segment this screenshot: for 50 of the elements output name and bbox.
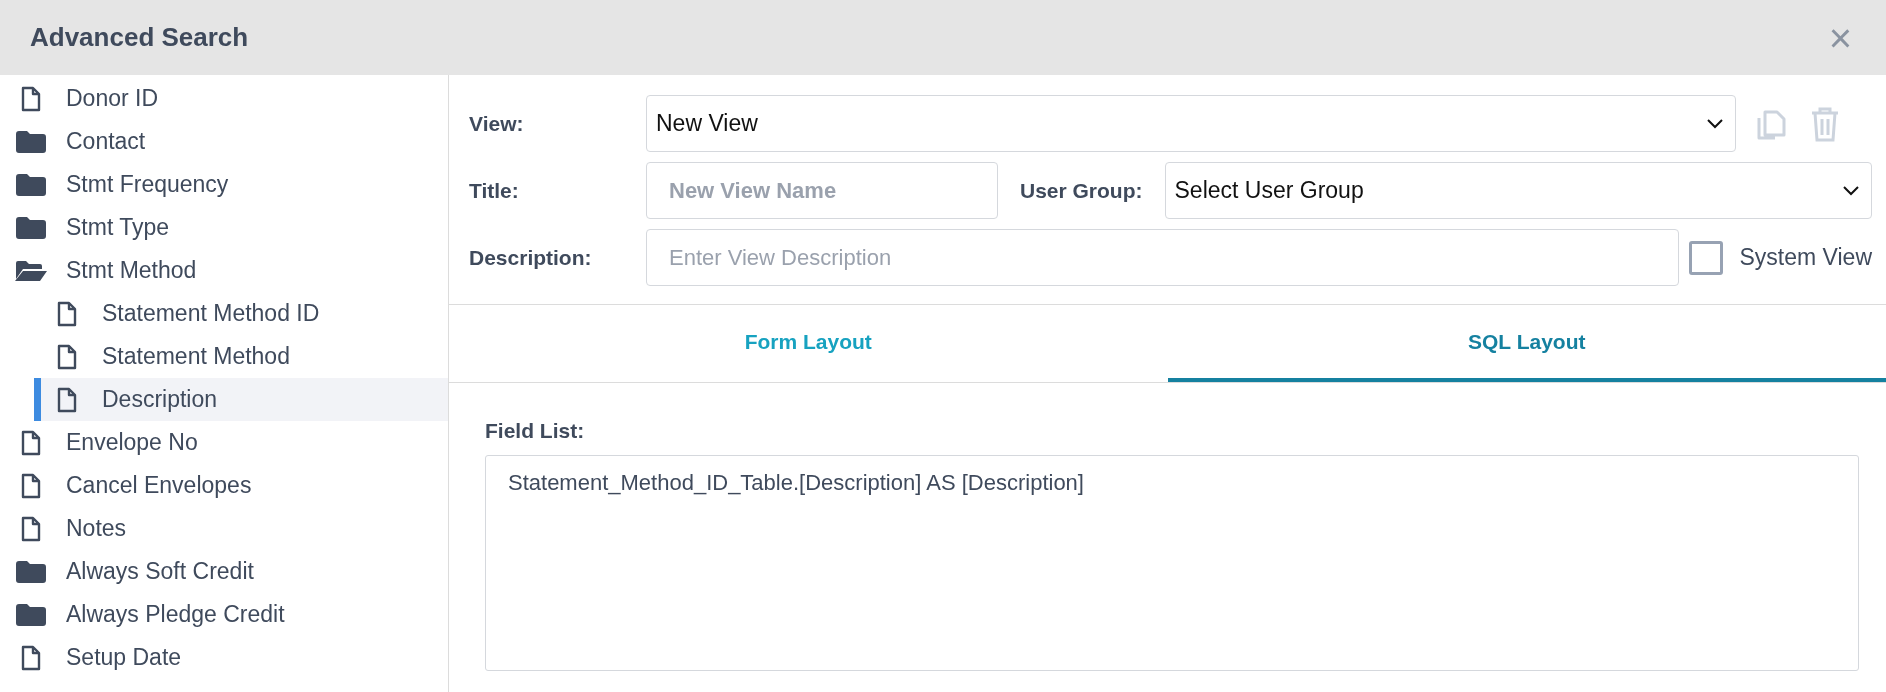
window-title: Advanced Search	[30, 22, 250, 53]
tree-item-label: Stmt Type	[66, 214, 170, 241]
tree-item[interactable]: Contact	[0, 120, 448, 163]
tree-item-label: Setup Date	[66, 644, 182, 671]
view-label: View:	[469, 111, 525, 136]
tree-item[interactable]: Stmt Frequency	[0, 163, 448, 206]
tree-item[interactable]: Statement Method ID	[0, 292, 448, 335]
tree-item-label: Description	[102, 386, 218, 413]
tree-item[interactable]: Envelope No	[0, 421, 448, 464]
folder-icon	[14, 603, 48, 626]
description-field[interactable]: Enter View Description	[646, 229, 1680, 286]
tree-item[interactable]: Donor ID	[0, 77, 448, 120]
tree-item[interactable]: Always Pledge Credit	[0, 593, 448, 636]
view-dropdown[interactable]: New View	[646, 95, 1736, 152]
user-group-dropdown[interactable]: Select User Group	[1164, 162, 1872, 219]
title-label: Title:	[469, 178, 520, 203]
field-list-label: Field List:	[485, 419, 586, 443]
tree-item[interactable]: Statement Method	[0, 335, 448, 378]
tree-item[interactable]: Stmt Method	[0, 249, 448, 292]
tree-item-label: Donor ID	[66, 85, 159, 112]
tree-item-label: Cancel Envelopes	[66, 472, 252, 499]
system-view-checkbox[interactable]	[1689, 240, 1724, 275]
tree-item[interactable]: Description	[34, 378, 448, 421]
tree-item-label: Notes	[66, 515, 127, 542]
folder-icon	[14, 560, 48, 583]
folder-icon	[14, 216, 48, 239]
title-field[interactable]: New View Name	[646, 162, 998, 219]
tree-item-label: Always Pledge Credit	[66, 601, 285, 628]
tree-item[interactable]: Notes	[0, 507, 448, 550]
tree-item[interactable]: Stmt Type	[0, 206, 448, 249]
tree-item[interactable]: Cancel Envelopes	[0, 464, 448, 507]
tree-item-label: Contact	[66, 128, 146, 155]
tree-item-label: Stmt Method	[66, 257, 197, 284]
tree-item[interactable]: Always Soft Credit	[0, 550, 448, 593]
folder-icon	[14, 173, 48, 196]
open-folder-icon	[14, 258, 48, 283]
chevron-down-icon	[1707, 118, 1723, 129]
system-view-label: System View	[1739, 244, 1872, 271]
folder-icon	[14, 130, 48, 153]
tree-item-label: Statement Method ID	[102, 300, 320, 327]
tree-item-label: Statement Method	[102, 343, 290, 370]
tree-item[interactable]: Setup Date	[0, 636, 448, 679]
tree-item-label: Stmt Frequency	[66, 171, 229, 198]
tree-item-label: Envelope No	[66, 429, 198, 456]
trash-icon[interactable]	[1810, 105, 1840, 142]
chevron-down-icon	[1843, 185, 1859, 196]
field-list-field[interactable]: Statement_Method_ID_Table.[Description] AS [Description]	[485, 455, 1859, 671]
user-group-label: User Group:	[1020, 178, 1143, 203]
tree-item-label: Always Soft Credit	[66, 558, 254, 585]
description-label: Description:	[469, 245, 593, 270]
